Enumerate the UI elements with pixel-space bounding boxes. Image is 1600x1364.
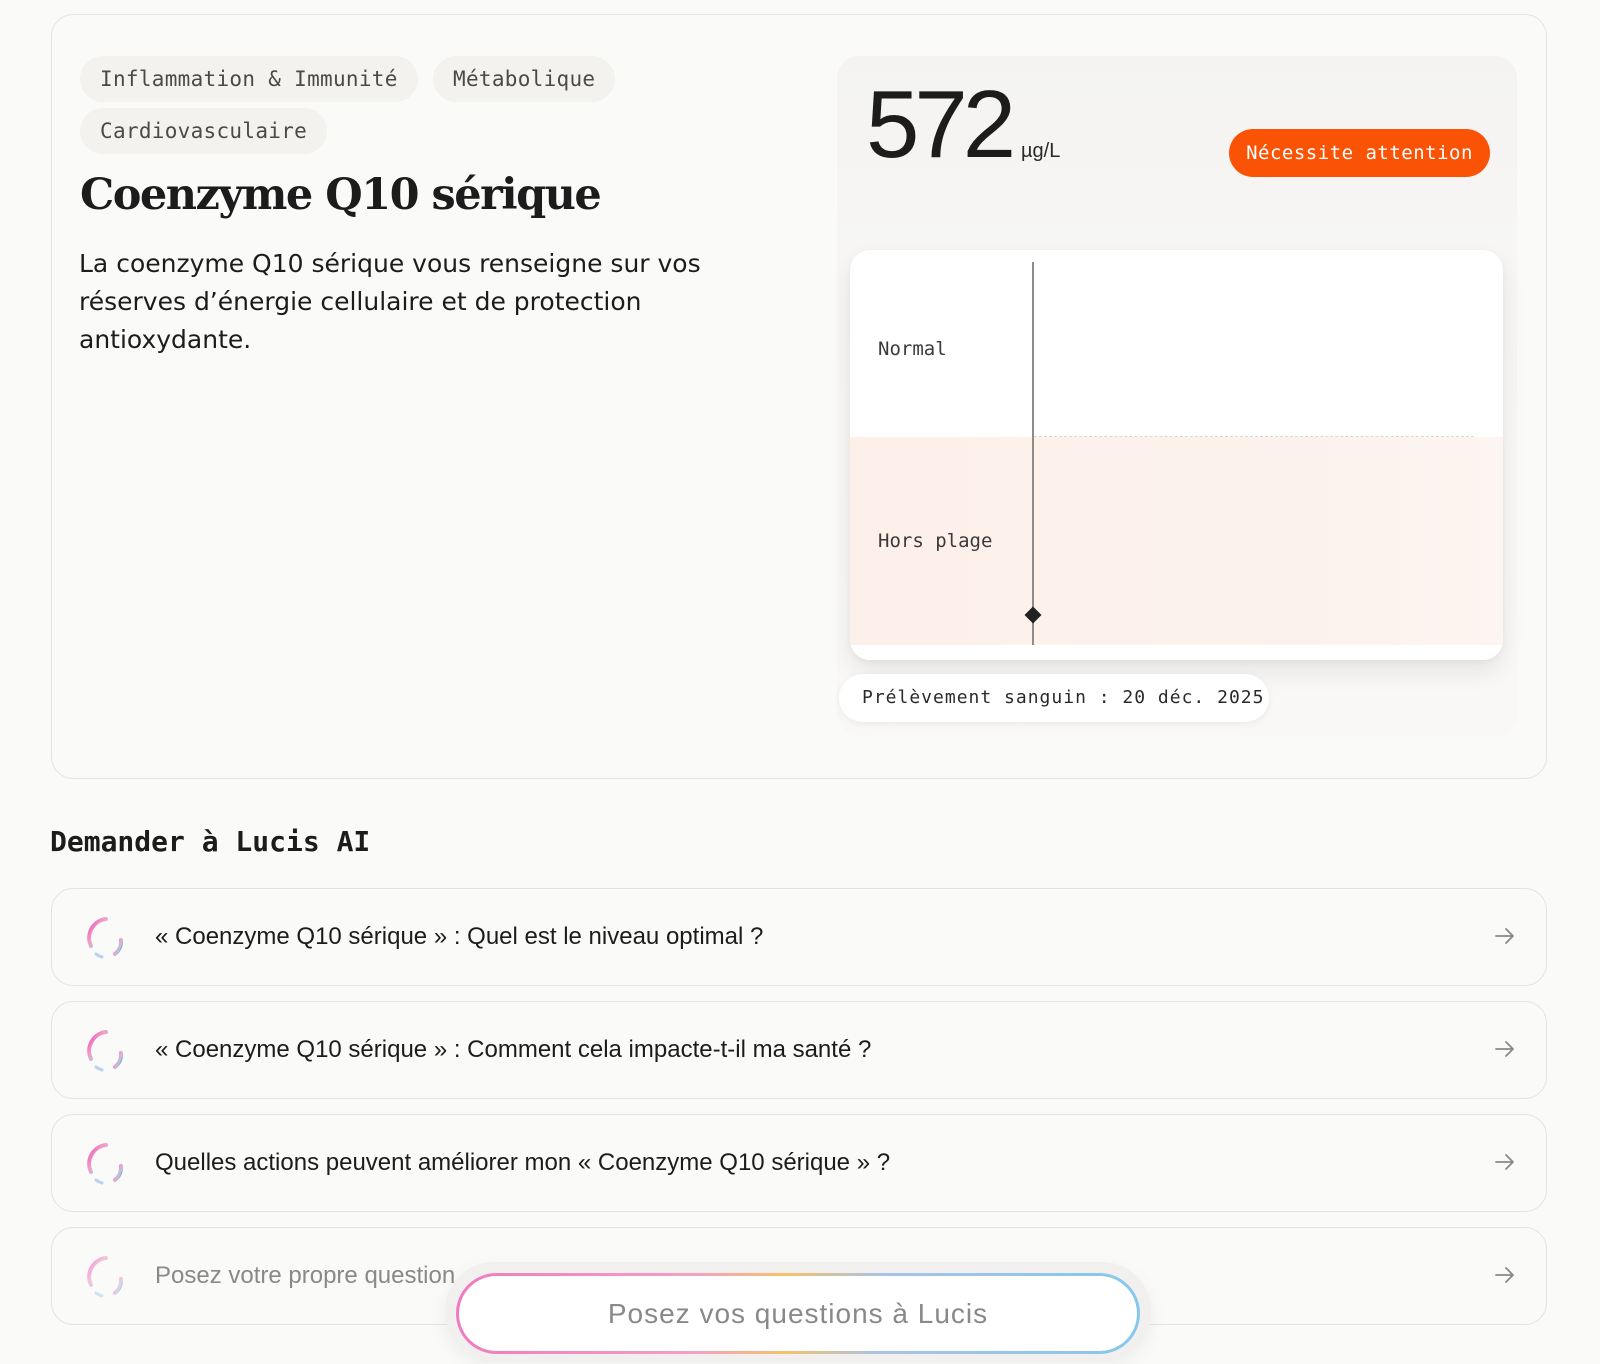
zone-label-normal: Normal xyxy=(878,338,947,360)
biomarker-description: La coenzyme Q10 sérique vous renseigne s… xyxy=(79,249,701,354)
tag-metabolic[interactable]: Métabolique xyxy=(433,56,616,102)
suggested-question-health-impact[interactable]: « Coenzyme Q10 sérique » : Comment cela … xyxy=(51,1001,1547,1099)
own-question-placeholder: Posez votre propre question xyxy=(155,1262,456,1289)
ai-spinner-icon xyxy=(87,1030,124,1072)
tag-inflammation-immunity[interactable]: Inflammation & Immunité xyxy=(80,56,418,102)
zone-divider xyxy=(1034,436,1474,437)
chart-bottom-edge xyxy=(850,645,1503,660)
arrow-right-icon xyxy=(1495,928,1514,944)
status-badge: Nécessite attention xyxy=(1229,129,1490,177)
arrow-right-icon xyxy=(1495,1267,1514,1283)
biomarker-title: Coenzyme Q10 sérique xyxy=(80,170,602,220)
result-axis-line xyxy=(1032,262,1034,645)
tag-cardiovascular[interactable]: Cardiovasculaire xyxy=(80,108,328,154)
ai-spinner-icon xyxy=(87,917,124,959)
zone-label-out-of-range: Hors plage xyxy=(878,530,993,552)
question-text: Quelles actions peuvent améliorer mon « … xyxy=(155,1149,891,1176)
ask-section-title: Demander à Lucis AI xyxy=(50,825,371,858)
suggested-question-improvement-actions[interactable]: Quelles actions peuvent améliorer mon « … xyxy=(51,1114,1547,1212)
result-value: 572 xyxy=(866,71,1016,178)
floating-ask-input[interactable]: Posez vos questions à Lucis xyxy=(456,1273,1140,1354)
ai-spinner-icon xyxy=(87,1143,124,1185)
suggested-question-optimal-level[interactable]: « Coenzyme Q10 sérique » : Quel est le n… xyxy=(51,888,1547,986)
floating-ask-placeholder: Posez vos questions à Lucis xyxy=(459,1276,1137,1351)
question-text: « Coenzyme Q10 sérique » : Quel est le n… xyxy=(155,923,764,950)
question-text: « Coenzyme Q10 sérique » : Comment cela … xyxy=(155,1036,872,1063)
ai-spinner-icon xyxy=(87,1256,124,1298)
sample-date-pill: Prélèvement sanguin : 20 déc. 2025 xyxy=(839,674,1269,722)
result-unit: µg/L xyxy=(1021,140,1061,162)
range-chart: Normal Hors plage xyxy=(850,250,1503,660)
arrow-right-icon xyxy=(1495,1041,1514,1057)
arrow-right-icon xyxy=(1495,1154,1514,1170)
